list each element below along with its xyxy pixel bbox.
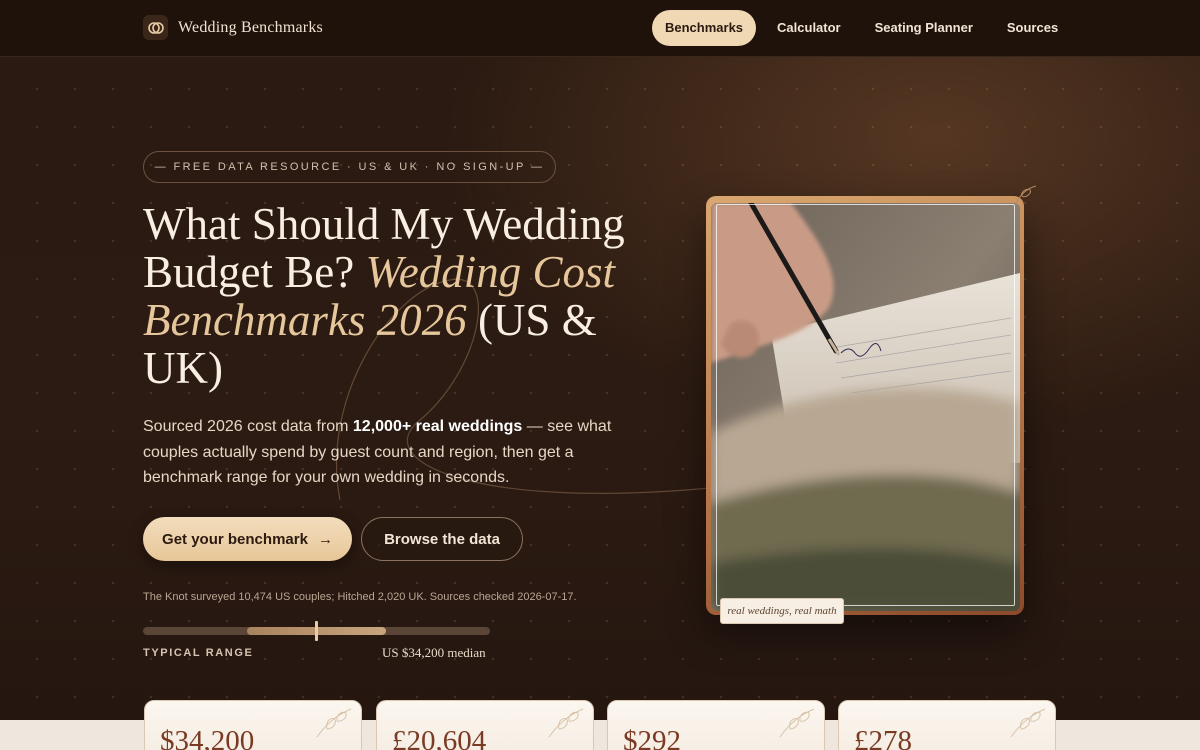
stat-card-uk-per-guest: £278: [838, 700, 1056, 750]
leaf-sprig-icon: [1015, 185, 1037, 205]
source-note: The Knot surveyed 10,474 US couples; Hit…: [143, 591, 577, 603]
main-nav: Benchmarks Calculator Seating Planner So…: [652, 10, 1079, 46]
stat-card-us-median: $34,200: [144, 700, 362, 750]
photo-inner-border: [716, 204, 1015, 606]
nav-seating-planner[interactable]: Seating Planner: [862, 10, 986, 46]
hero-description: Sourced 2026 cost data from 12,000+ real…: [143, 414, 623, 491]
photo-caption: real weddings, real math: [720, 598, 844, 624]
brand-name: Wedding Benchmarks: [178, 18, 323, 36]
typical-range-label: TYPICAL RANGE: [143, 647, 254, 659]
get-benchmark-button[interactable]: Get your benchmark →: [143, 517, 352, 561]
median-value: US $34,200 median: [382, 645, 486, 660]
leaf-icon: [316, 708, 352, 738]
tagline-pill: — FREE DATA RESOURCE · US & UK · NO SIGN…: [143, 151, 556, 183]
leaf-icon: [1010, 708, 1046, 738]
get-benchmark-label: Get your benchmark: [162, 530, 308, 548]
nav-calculator[interactable]: Calculator: [764, 10, 854, 46]
leaf-icon: [548, 708, 584, 738]
median-marker: [315, 621, 318, 641]
nav-sources[interactable]: Sources: [994, 10, 1071, 46]
stat-value: $34,200: [160, 725, 255, 750]
site-header: Wedding Benchmarks Benchmarks Calculator…: [0, 0, 1200, 57]
stat-value: £278: [854, 725, 912, 750]
lede-before: Sourced 2026 cost data from: [143, 418, 353, 435]
page-title: What Should My Wedding Budget Be? Weddin…: [143, 200, 643, 392]
browse-data-button[interactable]: Browse the data: [361, 517, 523, 561]
arrow-right-icon: →: [317, 530, 333, 548]
stat-card-us-per-guest: $292: [607, 700, 825, 750]
stat-value: $292: [623, 725, 681, 750]
nav-benchmarks[interactable]: Benchmarks: [652, 10, 757, 46]
stat-card-uk-median: £20,604: [376, 700, 594, 750]
lede-bold: 12,000+ real weddings: [352, 418, 523, 435]
leaf-icon: [779, 708, 815, 738]
stat-value: £20,604: [392, 725, 487, 750]
brand[interactable]: Wedding Benchmarks: [143, 15, 323, 40]
rings-logo-icon: [143, 15, 168, 40]
